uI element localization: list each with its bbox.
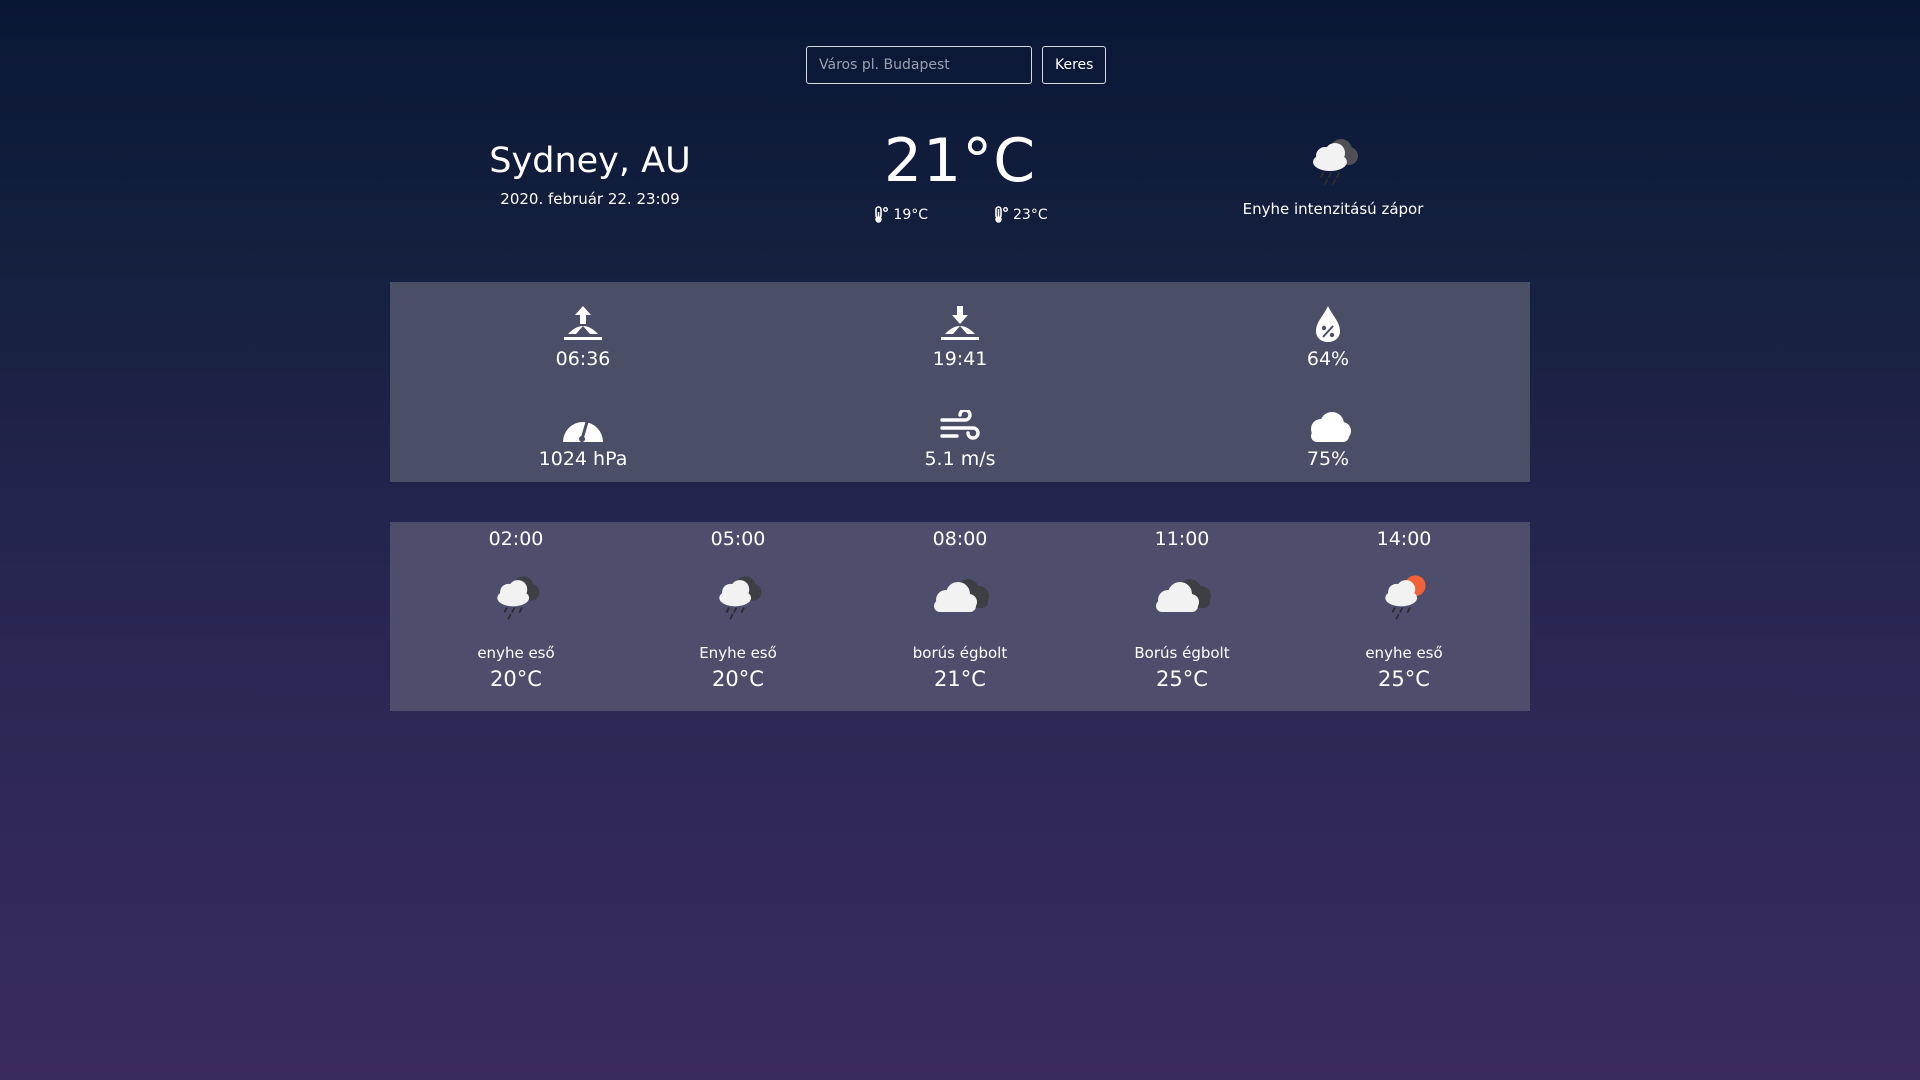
cloud-rain-icon: [1313, 139, 1358, 185]
forecast-item: 14:00 enyhe eső 25°C: [1304, 522, 1504, 691]
temperature-block: 21°C 19°C 23°C: [810, 128, 1110, 224]
forecast-panel: 02:00 enyhe eső 20°C 05:00 Enyhe eső 20°…: [390, 522, 1530, 711]
forecast-description: enyhe eső: [1365, 644, 1443, 662]
condition-label: Enyhe intenzitású zápor: [1242, 200, 1424, 218]
forecast-time: 02:00: [488, 528, 544, 550]
min-temperature-value: 19°C: [893, 207, 928, 223]
overcast-icon: [934, 579, 989, 612]
wind-icon: [940, 410, 980, 440]
forecast-time: 05:00: [710, 528, 766, 550]
city-search-input[interactable]: [806, 46, 1032, 84]
sunrise-item: 06:36: [463, 300, 703, 370]
cloud-rain-icon: [497, 576, 540, 620]
min-temperature: 19°C: [872, 206, 928, 224]
forecast-temperature: 25°C: [1156, 667, 1208, 691]
thermometer-icon: [995, 206, 1008, 223]
search-bar: Keres: [806, 46, 1107, 84]
forecast-item: 05:00 Enyhe eső 20°C: [638, 522, 838, 691]
forecast-description: borús égbolt: [912, 644, 1008, 662]
min-max-temperature: 19°C 23°C: [810, 206, 1110, 224]
forecast-description: enyhe eső: [477, 644, 555, 662]
overcast-icon: [1156, 579, 1211, 612]
forecast-description: Enyhe eső: [699, 644, 777, 662]
city-name: Sydney, AU: [489, 141, 691, 181]
forecast-time: 11:00: [1154, 528, 1210, 550]
sunrise-icon: [564, 306, 602, 340]
humidity-item: 64%: [1208, 300, 1448, 370]
wind-value: 5.1 m/s: [924, 448, 996, 470]
current-temperature: 21°C: [883, 126, 1037, 196]
sunset-item: 19:41: [840, 300, 1080, 370]
condition-block: Enyhe intenzitású zápor: [1183, 132, 1483, 218]
forecast-temperature: 21°C: [934, 667, 986, 691]
cloud-icon: [1311, 412, 1351, 442]
forecast-temperature: 20°C: [712, 667, 764, 691]
details-panel: 06:36 19:41 64% 1024 hPa 5.1 m/s 75%: [390, 282, 1530, 482]
forecast-temperature: 20°C: [490, 667, 542, 691]
search-button[interactable]: Keres: [1042, 46, 1107, 84]
location-block: Sydney, AU 2020. február 22. 23:09: [390, 140, 790, 208]
forecast-temperature: 25°C: [1378, 667, 1430, 691]
humidity-value: 64%: [1306, 348, 1350, 370]
current-datetime: 2020. február 22. 23:09: [500, 190, 680, 208]
forecast-time: 08:00: [932, 528, 988, 550]
forecast-item: 08:00 borús égbolt 21°C: [860, 522, 1060, 691]
forecast-description: Borús égbolt: [1134, 644, 1230, 662]
cloudiness-value: 75%: [1306, 448, 1350, 470]
sunset-icon: [941, 306, 979, 340]
wind-item: 5.1 m/s: [840, 400, 1080, 470]
forecast-time: 14:00: [1376, 528, 1432, 550]
pressure-item: 1024 hPa: [463, 400, 703, 470]
forecast-item: 11:00 Borús égbolt 25°C: [1082, 522, 1282, 691]
cloudiness-item: 75%: [1208, 400, 1448, 470]
cloud-rain-icon: [719, 576, 762, 620]
sunset-value: 19:41: [932, 348, 988, 370]
humidity-drop-icon: [1316, 306, 1340, 342]
max-temperature: 23°C: [992, 206, 1048, 224]
sunrise-value: 06:36: [555, 348, 611, 370]
max-temperature-value: 23°C: [1013, 207, 1048, 223]
thermometer-icon: [875, 206, 889, 223]
sun-rain-icon: [1385, 575, 1426, 620]
forecast-item: 02:00 enyhe eső 20°C: [416, 522, 616, 691]
pressure-value: 1024 hPa: [538, 448, 628, 470]
pressure-gauge-icon: [563, 420, 603, 442]
